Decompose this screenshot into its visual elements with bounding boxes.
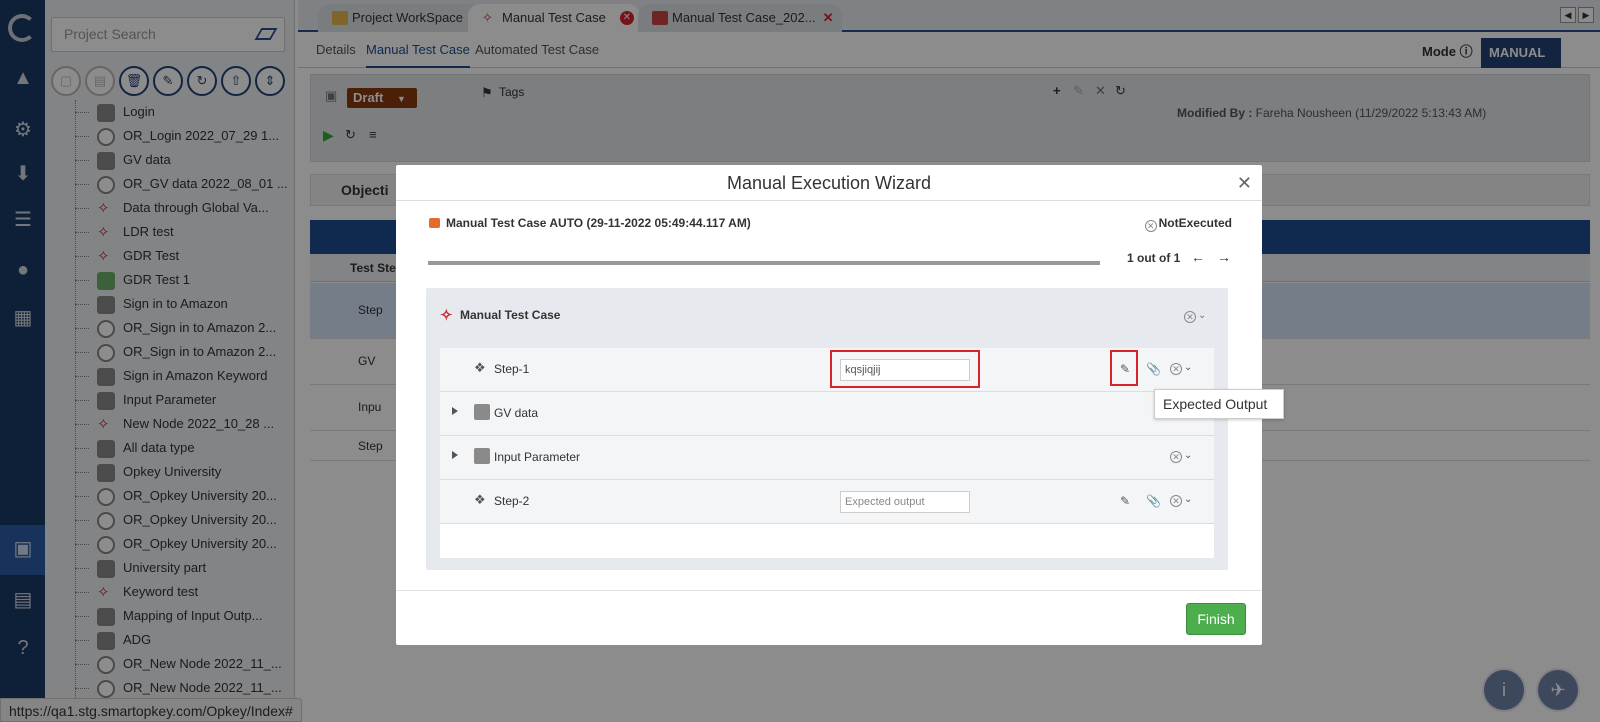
step-status-dropdown[interactable]: ✕ ⌄	[1170, 450, 1192, 463]
step-status-dropdown[interactable]: ✕ ⌄	[1170, 362, 1192, 375]
group-title: ✧ Manual Test Case	[440, 307, 561, 324]
attachment-icon[interactable]: 📎	[1146, 362, 1161, 376]
highlight-box	[1110, 350, 1138, 386]
page-count: 1 out of 1	[1127, 251, 1181, 265]
step-status-dropdown[interactable]: ✕ ⌄	[1170, 494, 1192, 507]
group-status-dropdown[interactable]: ✕ ⌄	[1184, 310, 1206, 323]
modal-header: Manual Execution Wizard ✕	[396, 165, 1262, 201]
step-label: Step-1	[494, 362, 530, 376]
step-row-4: ❖ Step-2 ✎ 📎 ✕⌄	[440, 480, 1214, 524]
wizard-progress	[428, 261, 1100, 265]
highlight-box	[830, 350, 980, 388]
finish-button[interactable]: Finish	[1186, 603, 1246, 635]
manual-test-case-icon: ✧	[440, 307, 453, 324]
step-footprint-icon: ❖	[474, 360, 486, 375]
attachment-icon[interactable]: 📎	[1146, 494, 1161, 508]
progress-fill	[428, 261, 1100, 265]
case-title: Manual Test Case AUTO (29-11-2022 05:49:…	[429, 216, 751, 230]
step-label: GV data	[494, 406, 539, 420]
execution-status: ✕ NotExecuted	[1144, 216, 1232, 232]
next-arrow-icon[interactable]: →	[1217, 249, 1231, 265]
modal-footer-divider	[396, 590, 1262, 591]
step-row-2: GV data	[440, 392, 1214, 436]
case-icon	[429, 218, 440, 228]
group-icon	[474, 404, 490, 420]
step-label: Input Parameter	[494, 450, 581, 464]
group-icon	[474, 448, 490, 464]
expected-output-input[interactable]	[840, 491, 970, 513]
expand-icon[interactable]	[452, 451, 458, 459]
expand-icon[interactable]	[452, 407, 458, 415]
not-executed-icon: ✕	[1144, 220, 1157, 232]
steps-list: ❖ Step-1 ✎ 📎 ✕⌄ GV data Input Parameter	[440, 348, 1214, 558]
step-row-1: ❖ Step-1 ✎ 📎 ✕⌄	[440, 348, 1214, 392]
step-footprint-icon: ❖	[474, 492, 486, 507]
prev-arrow-icon[interactable]: ←	[1191, 249, 1205, 265]
manual-execution-wizard: Manual Execution Wizard ✕ Manual Test Ca…	[396, 165, 1262, 645]
step-label: Step-2	[494, 494, 530, 508]
steps-panel: ✧Manual Test Case ✕⌄ ❖ Step-1 ✎ 📎 ✕⌄ GV …	[426, 288, 1228, 570]
modal-title: Manual Execution Wizard	[726, 173, 932, 193]
step-row-3: Input Parameter ✕ ⌄	[440, 436, 1214, 480]
edit-expected-output-icon[interactable]: ✎	[1120, 494, 1130, 508]
close-icon[interactable]: ✕	[1237, 165, 1252, 201]
expected-output-tooltip: Expected Output	[1154, 389, 1284, 419]
